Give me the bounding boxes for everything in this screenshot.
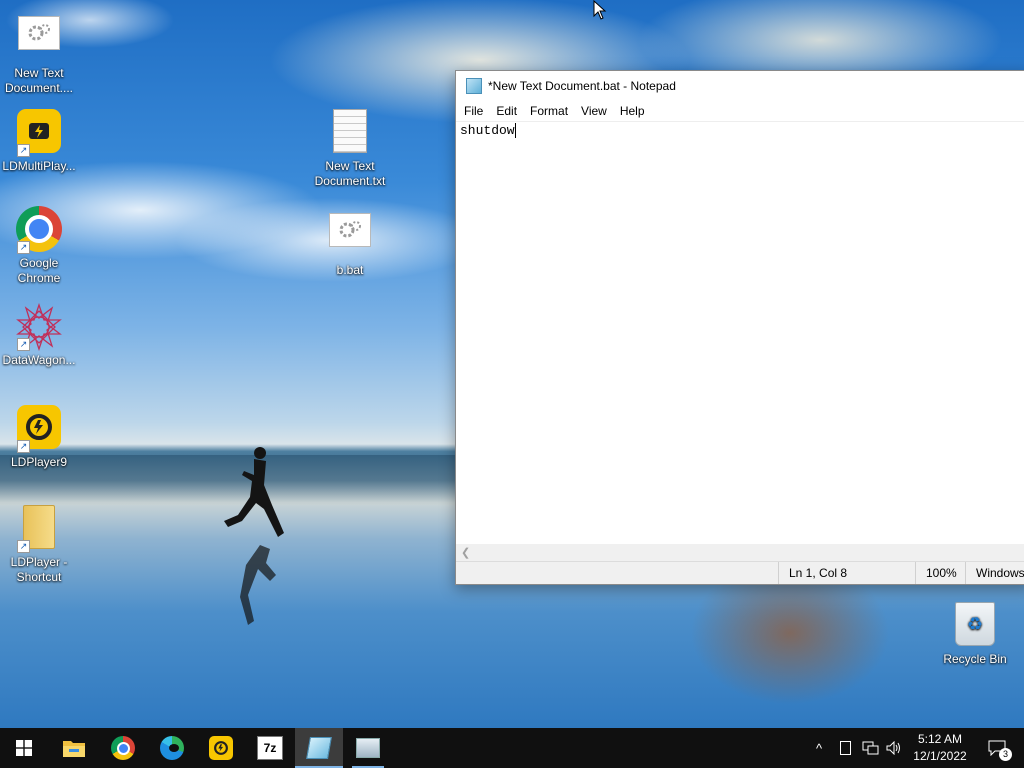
scroll-left-arrow-icon[interactable]: ❮ xyxy=(461,546,470,559)
desktop-icon-google-chrome[interactable]: ↗ Google Chrome xyxy=(1,205,77,286)
shortcut-arrow-icon: ↗ xyxy=(17,241,30,254)
notepad-icon xyxy=(466,78,482,94)
shortcut-arrow-icon: ↗ xyxy=(17,540,30,553)
menu-help[interactable]: Help xyxy=(615,104,650,118)
desktop-icon-label: New Text Document.txt xyxy=(314,159,386,188)
desktop-icon-label: DataWagon... xyxy=(2,353,76,367)
image-viewer-icon xyxy=(356,738,380,758)
chevron-up-icon[interactable]: ^ xyxy=(816,728,822,768)
desktop-icon-datawagon[interactable]: ↗ DataWagon... xyxy=(1,302,77,368)
edge-icon xyxy=(160,736,184,760)
notepad-window[interactable]: *New Text Document.bat - Notepad File Ed… xyxy=(455,70,1024,585)
notepad-title: *New Text Document.bat - Notepad xyxy=(488,79,676,93)
desktop-icon-recycle-bin[interactable]: ♻ Recycle Bin xyxy=(937,600,1013,667)
taskbar-ldplayer[interactable] xyxy=(197,728,245,768)
desktop-icon-label: Google Chrome xyxy=(17,256,61,285)
taskbar-image-viewer[interactable] xyxy=(344,728,392,768)
notification-count-badge: 3 xyxy=(999,748,1012,761)
notepad-menu-bar: File Edit Format View Help xyxy=(456,101,1024,122)
menu-file[interactable]: File xyxy=(459,104,488,118)
clock-time: 5:12 AM xyxy=(917,732,963,746)
taskbar-edge[interactable] xyxy=(148,728,196,768)
status-line-ending: Windows xyxy=(965,562,1024,584)
start-button[interactable] xyxy=(0,728,48,768)
chrome-icon xyxy=(111,736,135,760)
wallpaper-runner xyxy=(224,447,284,625)
desktop-icon-label: New Text Document.... xyxy=(4,66,74,95)
status-zoom: 100% xyxy=(915,562,962,584)
desktop-icon-label: Recycle Bin xyxy=(943,652,1007,666)
shortcut-arrow-icon: ↗ xyxy=(17,144,30,157)
desktop-icon-label: LDPlayer - Shortcut xyxy=(10,555,68,584)
desktop-icon-ldplayer9[interactable]: ↗ LDPlayer9 xyxy=(1,403,77,470)
tablet-icon[interactable] xyxy=(840,728,851,768)
mouse-pointer-icon xyxy=(593,0,607,20)
clock-date: 12/1/2022 xyxy=(913,749,967,763)
taskbar-clock[interactable]: 5:12 AM 12/1/2022 xyxy=(905,731,975,765)
text-caret xyxy=(514,123,516,138)
notepad-status-bar: Ln 1, Col 8 100% Windows xyxy=(456,561,1024,584)
text-file-icon xyxy=(333,109,367,153)
file-explorer-icon xyxy=(63,741,85,757)
desktop-icon-new-text-document-txt[interactable]: New Text Document.txt xyxy=(312,107,388,189)
volume-icon[interactable] xyxy=(886,728,902,768)
notepad-text-area[interactable]: shutdow xyxy=(460,123,1024,545)
notepad-text-content: shutdow xyxy=(460,123,515,138)
batch-file-icon xyxy=(18,16,60,50)
desktop-icon-ldplayer-shortcut[interactable]: ↗ LDPlayer - Shortcut xyxy=(1,503,77,585)
action-center-button[interactable]: 3 xyxy=(982,728,1012,768)
start-icon xyxy=(16,740,32,756)
desktop-icon-label: LDMultiPlay... xyxy=(2,159,76,173)
desktop-icon-label: b.bat xyxy=(336,263,364,277)
wallpaper-rock-reflection xyxy=(690,585,890,705)
ldplayer-icon xyxy=(209,736,233,760)
desktop-icon-b-bat[interactable]: b.bat xyxy=(312,205,388,278)
notepad-title-bar[interactable]: *New Text Document.bat - Notepad xyxy=(456,71,1024,101)
desktop-icon-label: LDPlayer9 xyxy=(10,455,68,469)
desktop-icon-ldmultiplayer[interactable]: ↗ LDMultiPlay... xyxy=(1,107,77,174)
desktop-icon-new-text-document-bat[interactable]: New Text Document.... xyxy=(1,8,77,96)
notepad-icon xyxy=(306,737,332,759)
network-icon[interactable] xyxy=(862,728,880,768)
batch-file-icon xyxy=(329,213,371,247)
menu-view[interactable]: View xyxy=(576,104,612,118)
horizontal-scrollbar[interactable]: ❮ xyxy=(456,544,1024,561)
taskbar-notepad[interactable] xyxy=(295,728,343,768)
shortcut-arrow-icon: ↗ xyxy=(17,440,30,453)
menu-format[interactable]: Format xyxy=(525,104,573,118)
menu-edit[interactable]: Edit xyxy=(491,104,522,118)
shortcut-arrow-icon: ↗ xyxy=(17,338,30,351)
taskbar: 7z ^ 5:12 AM 12/1/2022 3 xyxy=(0,728,1024,768)
taskbar-chrome[interactable] xyxy=(99,728,147,768)
taskbar-7zip[interactable]: 7z xyxy=(246,728,294,768)
7zip-icon: 7z xyxy=(257,736,283,760)
recycle-bin-icon: ♻ xyxy=(955,602,995,646)
status-cursor-position: Ln 1, Col 8 xyxy=(778,562,919,584)
taskbar-file-explorer[interactable] xyxy=(50,728,98,768)
